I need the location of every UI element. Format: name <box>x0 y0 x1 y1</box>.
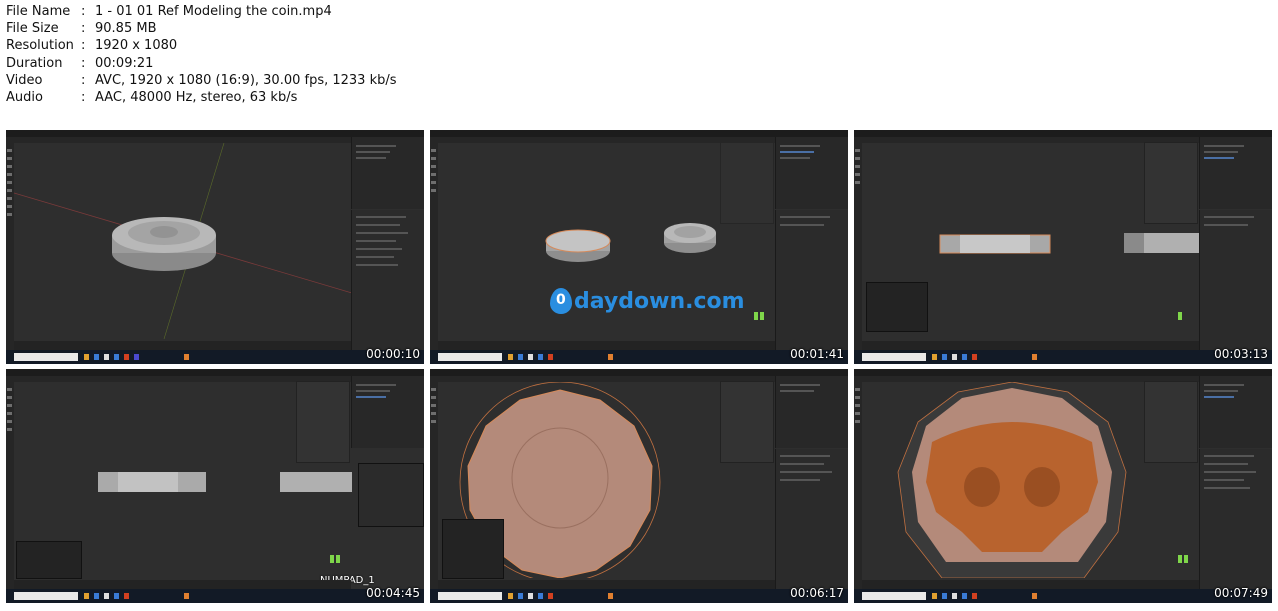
operator-panel[interactable] <box>16 541 82 579</box>
taskbar <box>854 350 1272 364</box>
video-thumbnail-2[interactable]: daydown.com 00:01:41 <box>430 130 848 364</box>
timeline[interactable] <box>438 341 775 350</box>
timeline[interactable] <box>862 341 1199 350</box>
taskbar-search-input[interactable] <box>862 353 926 361</box>
green-indicator <box>1184 555 1188 563</box>
viewport-3d[interactable] <box>14 143 352 339</box>
outliner-panel[interactable] <box>1199 376 1272 448</box>
app-title-bar <box>430 369 848 376</box>
app-title-bar <box>854 130 1272 137</box>
toolbar <box>6 382 14 589</box>
info-row-audio: Audio: AAC, 48000 Hz, stereo, 63 kb/s <box>6 90 298 106</box>
outliner-panel[interactable] <box>351 137 424 209</box>
timeline[interactable] <box>862 580 1199 589</box>
outliner-panel[interactable] <box>775 376 848 448</box>
toolbar <box>430 143 438 350</box>
modifier-panel[interactable] <box>358 463 424 527</box>
taskbar-search-input[interactable] <box>862 592 926 600</box>
outliner-panel[interactable] <box>1199 137 1272 209</box>
add-menu[interactable] <box>442 519 504 579</box>
app-title-bar <box>430 130 848 137</box>
green-indicator <box>1178 312 1182 320</box>
video-thumbnail-3[interactable]: 00:03:13 <box>854 130 1272 364</box>
app-title-bar <box>854 369 1272 376</box>
watermark: daydown.com <box>550 288 745 314</box>
app-title-bar <box>6 369 424 376</box>
timeline[interactable] <box>14 580 351 589</box>
outliner-panel[interactable] <box>351 376 424 448</box>
timeline[interactable] <box>438 580 775 589</box>
green-indicator <box>336 555 340 563</box>
n-panel[interactable] <box>1144 381 1198 463</box>
info-row-resolution: Resolution:1920 x 1080 <box>6 38 178 54</box>
green-indicator <box>1178 555 1182 563</box>
properties-panel[interactable] <box>775 449 848 589</box>
app-title-bar <box>6 130 424 137</box>
toolbar <box>854 382 862 589</box>
timestamp: 00:03:13 <box>1214 347 1268 361</box>
timestamp: 00:07:49 <box>1214 586 1268 600</box>
video-thumbnail-5[interactable]: 00:06:17 <box>430 369 848 603</box>
info-row-video: Video: AVC, 1920 x 1080 (16:9), 30.00 fps… <box>6 72 397 88</box>
info-row-duration: Duration:00:09:21 <box>6 55 154 71</box>
video-thumbnail-6[interactable]: 00:07:49 <box>854 369 1272 603</box>
video-thumbnail-1[interactable]: 00:00:10 <box>6 130 424 364</box>
n-panel[interactable] <box>720 142 774 224</box>
green-indicator <box>754 312 758 320</box>
properties-panel[interactable] <box>775 210 848 350</box>
timestamp: 00:01:41 <box>790 347 844 361</box>
timestamp: 00:06:17 <box>790 586 844 600</box>
toolbar <box>430 382 438 589</box>
taskbar-search-input[interactable] <box>438 353 502 361</box>
taskbar-search-input[interactable] <box>14 592 78 600</box>
taskbar-search-input[interactable] <box>14 353 78 361</box>
n-panel[interactable] <box>720 381 774 463</box>
timestamp: 00:04:45 <box>366 586 420 600</box>
file-info: File Name:1 - 01 01 Ref Modeling the coi… <box>6 3 397 106</box>
taskbar <box>430 350 848 364</box>
taskbar <box>6 589 424 603</box>
properties-panel[interactable] <box>1199 210 1272 350</box>
outliner-panel[interactable] <box>775 137 848 209</box>
properties-panel[interactable] <box>1199 449 1272 589</box>
timeline[interactable] <box>14 341 351 350</box>
toolbar <box>854 143 862 350</box>
properties-panel[interactable] <box>351 210 424 350</box>
info-row-filesize: File Size:90.85 MB <box>6 21 157 37</box>
n-panel[interactable] <box>296 381 350 463</box>
n-panel[interactable] <box>1144 142 1198 224</box>
timestamp: 00:00:10 <box>366 347 420 361</box>
taskbar <box>430 589 848 603</box>
toolbar <box>6 143 14 350</box>
taskbar <box>6 350 424 364</box>
taskbar-search-input[interactable] <box>438 592 502 600</box>
green-indicator <box>330 555 334 563</box>
daydown-logo-icon <box>550 288 572 314</box>
operator-panel[interactable] <box>866 282 928 332</box>
green-indicator <box>760 312 764 320</box>
taskbar <box>854 589 1272 603</box>
info-row-filename: File Name:1 - 01 01 Ref Modeling the coi… <box>6 4 332 19</box>
video-thumbnail-4[interactable]: NUMPAD_1 00:04:45 <box>6 369 424 603</box>
